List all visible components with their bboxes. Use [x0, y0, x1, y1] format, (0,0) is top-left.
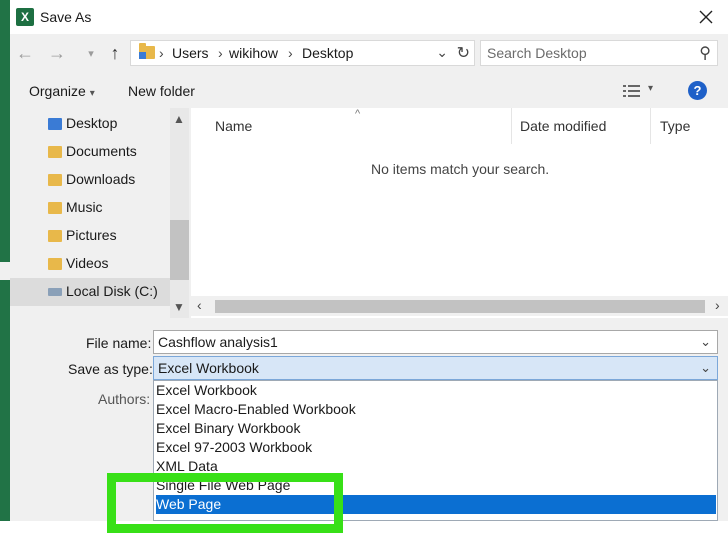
- videos-icon: [48, 258, 62, 270]
- refresh-icon[interactable]: ↻: [457, 43, 470, 63]
- file-name-input[interactable]: Cashflow analysis1: [158, 334, 278, 350]
- breadcrumb-users[interactable]: Users: [172, 45, 209, 61]
- music-icon: [48, 202, 62, 214]
- file-list-pane: ^ Name Date modified Type No items match…: [191, 108, 728, 318]
- scroll-up-icon[interactable]: ▲: [173, 112, 185, 126]
- nav-item-label: Downloads: [66, 171, 136, 187]
- column-header-type[interactable]: Type: [660, 118, 690, 134]
- empty-message: No items match your search.: [371, 161, 550, 177]
- window-title: Save As: [40, 9, 92, 25]
- up-button[interactable]: ↑: [104, 42, 126, 64]
- nav-item-label: Pictures: [66, 227, 117, 243]
- scroll-left-icon[interactable]: ‹: [197, 297, 202, 313]
- downloads-icon: [48, 174, 62, 186]
- desktop-icon: [48, 118, 62, 130]
- option-excel-binary[interactable]: Excel Binary Workbook: [156, 419, 716, 438]
- forward-button[interactable]: →: [46, 42, 68, 64]
- back-button[interactable]: ←: [14, 42, 36, 64]
- option-excel-macro-enabled[interactable]: Excel Macro-Enabled Workbook: [156, 400, 716, 419]
- breadcrumb-desktop[interactable]: Desktop: [302, 45, 353, 61]
- column-header-date-modified[interactable]: Date modified: [520, 118, 606, 134]
- chevron-down-icon: ▾: [89, 88, 95, 99]
- breadcrumb-wikihow[interactable]: wikihow: [229, 45, 278, 61]
- close-button[interactable]: [693, 4, 719, 30]
- scroll-right-icon[interactable]: ›: [715, 297, 720, 313]
- chevron-down-icon[interactable]: ▾: [648, 83, 653, 94]
- horizontal-scrollbar[interactable]: ‹ ›: [191, 296, 728, 316]
- nav-item-desktop[interactable]: Desktop: [10, 110, 170, 138]
- view-options-button[interactable]: [623, 84, 641, 98]
- forward-arrow-icon: →: [48, 42, 66, 63]
- search-input[interactable]: Search Desktop: [487, 45, 587, 61]
- documents-icon: [48, 146, 62, 158]
- sort-arrow-icon: ^: [355, 108, 361, 120]
- list-view-icon: [623, 85, 640, 97]
- close-icon: [699, 10, 713, 24]
- address-bar[interactable]: › Users › wikihow › Desktop ⌄ ↻: [130, 40, 475, 66]
- recent-locations-button[interactable]: ▾: [80, 42, 102, 64]
- chevron-down-icon[interactable]: ⌄: [700, 334, 711, 350]
- nav-item-label: Music: [66, 199, 103, 215]
- nav-item-label: Local Disk (C:): [66, 283, 158, 299]
- nav-item-downloads[interactable]: Downloads: [10, 166, 170, 194]
- save-as-type-select[interactable]: Excel Workbook ⌄: [153, 356, 718, 380]
- excel-background: [0, 0, 10, 521]
- organize-label: Organize: [29, 83, 86, 99]
- excel-icon: X: [16, 8, 34, 26]
- file-name-field[interactable]: Cashflow analysis1 ⌄: [153, 330, 718, 354]
- up-arrow-icon: ↑: [110, 42, 120, 63]
- nav-scrollbar[interactable]: ▲ ▼: [170, 108, 189, 318]
- scrollbar-thumb[interactable]: [215, 300, 705, 313]
- nav-item-documents[interactable]: Documents: [10, 138, 170, 166]
- search-icon: ⚲: [699, 45, 711, 62]
- chevron-down-icon: ▾: [88, 47, 94, 60]
- new-folder-button[interactable]: New folder: [128, 83, 195, 99]
- back-arrow-icon: ←: [16, 42, 34, 63]
- navigation-pane: Desktop Documents Downloads Music Pictur…: [10, 108, 189, 318]
- scroll-down-icon[interactable]: ▼: [173, 300, 185, 314]
- address-dropdown-icon[interactable]: ⌄: [436, 44, 448, 61]
- scrollbar-thumb[interactable]: [170, 220, 189, 280]
- chevron-right-icon: ›: [218, 45, 223, 61]
- pictures-icon: [48, 230, 62, 242]
- nav-item-music[interactable]: Music: [10, 194, 170, 222]
- chevron-right-icon: ›: [288, 45, 293, 61]
- nav-item-pictures[interactable]: Pictures: [10, 222, 170, 250]
- authors-label: Authors:: [98, 391, 151, 407]
- option-excel-97-2003[interactable]: Excel 97-2003 Workbook: [156, 438, 716, 457]
- drive-icon: [48, 288, 62, 296]
- nav-item-label: Videos: [66, 255, 109, 271]
- nav-item-videos[interactable]: Videos: [10, 250, 170, 278]
- nav-item-label: Documents: [66, 143, 137, 159]
- search-box[interactable]: Search Desktop ⚲: [480, 40, 718, 66]
- help-icon[interactable]: ?: [688, 81, 707, 100]
- organize-button[interactable]: Organize ▾: [29, 83, 95, 99]
- file-name-label: File name:: [86, 335, 152, 351]
- chevron-down-icon: ⌄: [700, 360, 711, 375]
- nav-item-local-disk[interactable]: Local Disk (C:): [10, 278, 170, 306]
- option-excel-workbook[interactable]: Excel Workbook: [156, 381, 716, 400]
- column-header-name[interactable]: Name: [215, 118, 252, 134]
- folder-icon: [139, 43, 155, 59]
- chevron-right-icon: ›: [159, 45, 164, 61]
- save-as-type-label: Save as type:: [68, 361, 153, 377]
- nav-item-label: Desktop: [66, 115, 118, 131]
- title-bar: [10, 0, 728, 34]
- save-as-type-value: Excel Workbook: [158, 360, 259, 376]
- highlight-callout: [107, 473, 343, 533]
